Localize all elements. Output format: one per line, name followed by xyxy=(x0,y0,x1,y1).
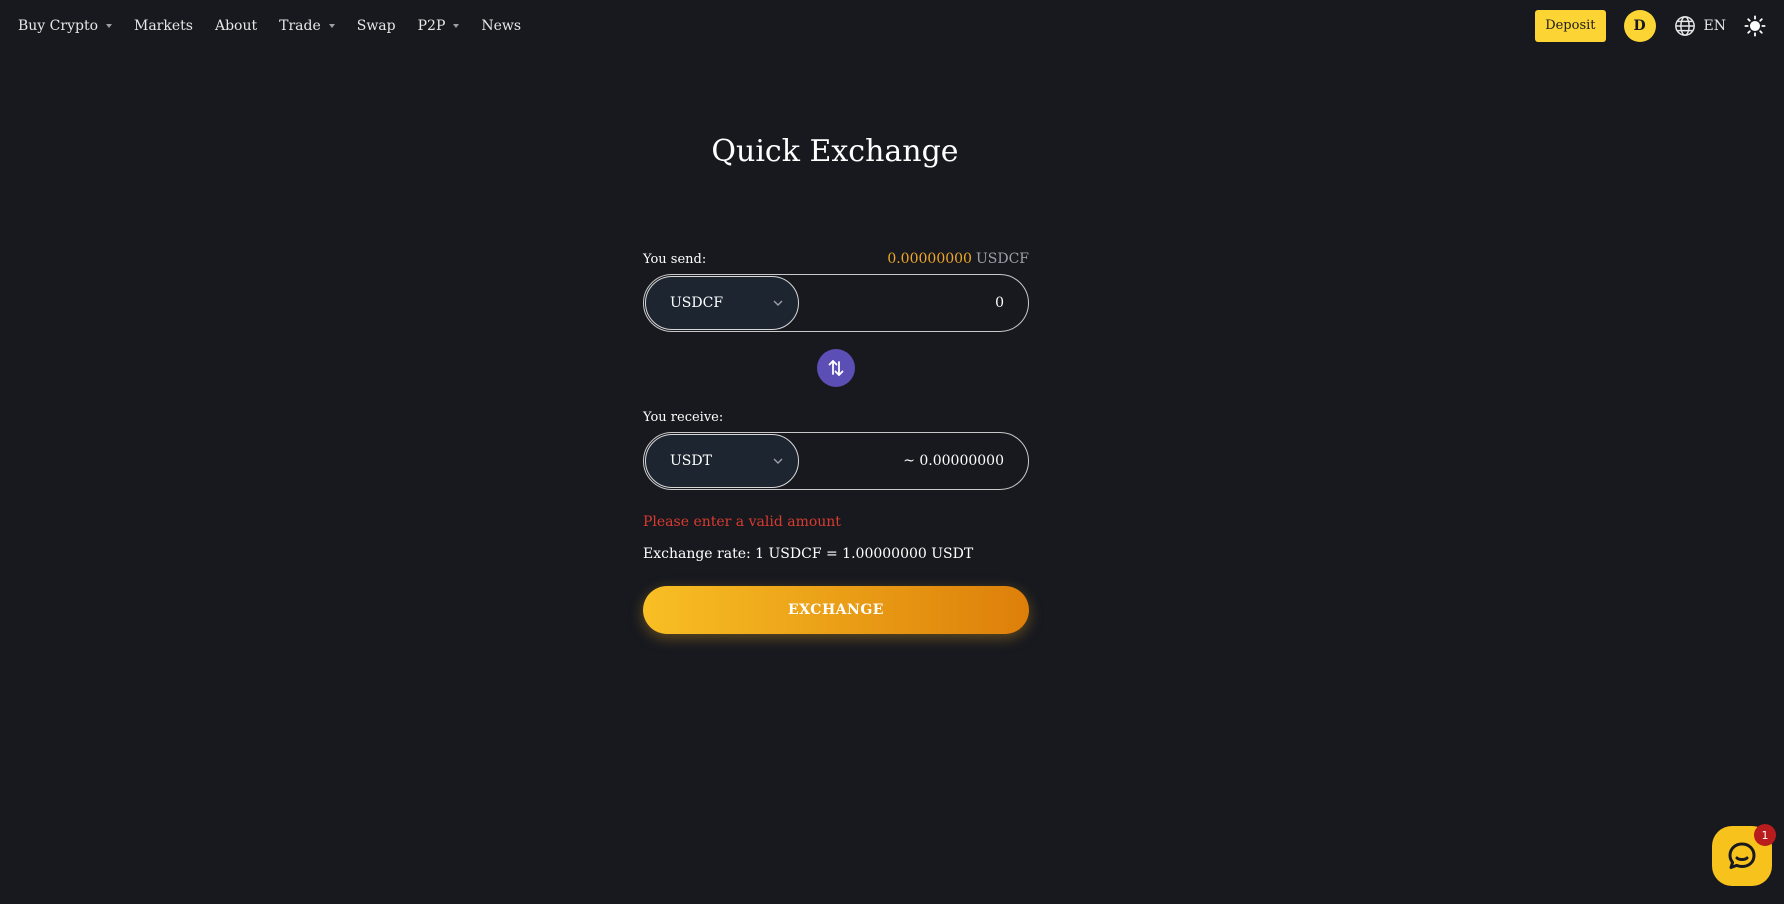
nav-item-label: P2P xyxy=(417,18,446,34)
top-navigation: Buy Crypto Markets About Trade Swap P2P … xyxy=(0,0,1784,52)
notification-badge: 1 xyxy=(1754,824,1776,846)
language-label: EN xyxy=(1703,18,1726,34)
nav-item-label: Swap xyxy=(356,18,396,34)
balance-amount: 0.00000000 xyxy=(887,251,972,267)
caret-down-icon xyxy=(106,24,112,28)
receive-amount: ~ 0.00000000 xyxy=(903,453,1004,469)
nav-item-about[interactable]: About xyxy=(215,18,257,34)
nav-actions: Deposit D EN xyxy=(1535,10,1766,42)
nav-item-markets[interactable]: Markets xyxy=(134,18,193,34)
balance-unit: USDCF xyxy=(975,251,1029,267)
nav-item-label: Markets xyxy=(134,18,193,34)
nav-item-buy-crypto[interactable]: Buy Crypto xyxy=(18,18,112,34)
receive-label: You receive: xyxy=(643,409,724,425)
error-message: Please enter a valid amount xyxy=(643,514,841,530)
chevron-down-icon xyxy=(773,458,783,464)
exchange-button[interactable]: EXCHANGE xyxy=(643,586,1029,634)
caret-down-icon xyxy=(453,24,460,28)
send-currency: USDCF xyxy=(670,295,724,311)
send-balance: 0.00000000 USDCF xyxy=(887,251,1029,267)
nav-item-trade[interactable]: Trade xyxy=(279,18,335,34)
nav-item-label: About xyxy=(214,18,258,34)
deposit-button[interactable]: Deposit xyxy=(1535,10,1606,42)
nav-item-label: Buy Crypto xyxy=(18,18,98,34)
exchange-rate: Exchange rate: 1 USDCF = 1.00000000 USDT xyxy=(643,546,974,562)
receive-currency-select[interactable]: USDT xyxy=(645,434,799,488)
nav-item-news[interactable]: News xyxy=(481,18,521,34)
send-label: You send: xyxy=(643,251,707,267)
avatar[interactable]: D xyxy=(1623,10,1656,42)
nav-item-swap[interactable]: Swap xyxy=(357,18,396,34)
swap-button[interactable] xyxy=(817,349,855,387)
globe-icon xyxy=(1674,16,1695,36)
send-header: You send: 0.00000000 USDCF xyxy=(643,246,1029,272)
sun-icon[interactable] xyxy=(1744,15,1766,37)
nav-item-p2p[interactable]: P2P xyxy=(418,18,460,34)
caret-down-icon xyxy=(328,24,335,28)
send-currency-select[interactable]: USDCF xyxy=(645,276,799,330)
exchange-panel: You send: 0.00000000 USDCF USDCF 0 You re… xyxy=(643,246,1029,634)
receive-field: USDT ~ 0.00000000 xyxy=(643,432,1029,490)
nav-item-label: News xyxy=(481,18,522,34)
send-field: USDCF 0 xyxy=(643,274,1029,332)
receive-currency: USDT xyxy=(670,453,712,469)
chevron-down-icon xyxy=(773,300,783,306)
send-amount-input[interactable]: 0 xyxy=(824,295,1004,311)
chat-bubble-icon xyxy=(1728,842,1756,869)
page-title: Quick Exchange xyxy=(711,134,959,169)
swap-area xyxy=(643,332,1029,404)
nav-item-label: Trade xyxy=(279,18,321,34)
receive-header: You receive: xyxy=(643,404,1029,430)
chat-button[interactable]: 1 xyxy=(1712,824,1776,886)
language-selector[interactable]: EN xyxy=(1674,15,1726,37)
nav-menu: Buy Crypto Markets About Trade Swap P2P … xyxy=(18,18,521,34)
swap-arrows-icon xyxy=(828,360,844,376)
